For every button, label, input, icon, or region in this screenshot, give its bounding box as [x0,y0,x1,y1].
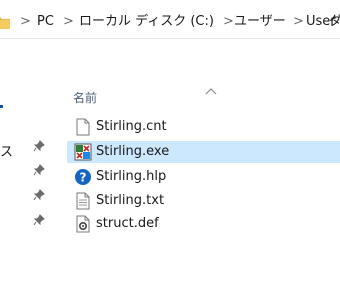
file-name: Stirling.hlp [96,169,167,184]
pin-icon[interactable] [33,137,45,156]
file-row-selected[interactable]: Stirling.exe [67,141,340,163]
breadcrumb-separator: > [20,14,31,29]
nav-indicator [0,105,3,108]
breadcrumb-partial[interactable]: ダ [329,14,340,30]
document-icon [74,118,92,136]
folder-icon [0,14,10,33]
file-row[interactable]: Stirling.cnt [67,116,340,138]
file-name: Stirling.exe [96,144,170,159]
file-row[interactable]: struct.def [67,213,340,235]
navigation-pane: ス [0,39,55,285]
text-file-icon [74,192,92,210]
settings-file-icon [74,215,92,233]
address-bar[interactable]: > PC > ローカル ディスク (C:) > ユーザー > User ダ [0,6,340,36]
file-name: struct.def [96,216,159,231]
breadcrumb-separator: > [223,14,234,29]
pin-icon[interactable] [33,211,45,230]
sort-chevron-up-icon[interactable] [205,80,217,99]
pin-icon[interactable] [33,161,45,180]
file-row[interactable]: Stirling.txt [67,190,340,212]
application-icon [74,143,92,161]
file-row[interactable]: ? Stirling.hlp [67,166,340,188]
breadcrumb-separator: > [63,14,74,29]
file-name: Stirling.cnt [96,119,167,134]
breadcrumb-pc[interactable]: PC [37,14,54,30]
help-file-icon: ? [74,168,92,186]
column-header-name[interactable]: 名前 [73,91,97,105]
breadcrumb-separator: > [293,14,304,29]
file-name: Stirling.txt [96,193,165,208]
nav-item-partial-label[interactable]: ス [0,145,13,161]
svg-text:?: ? [80,171,87,185]
breadcrumb-users[interactable]: ユーザー [234,14,286,30]
pin-icon[interactable] [33,186,45,205]
breadcrumb-local-disk[interactable]: ローカル ディスク (C:) [79,14,214,30]
